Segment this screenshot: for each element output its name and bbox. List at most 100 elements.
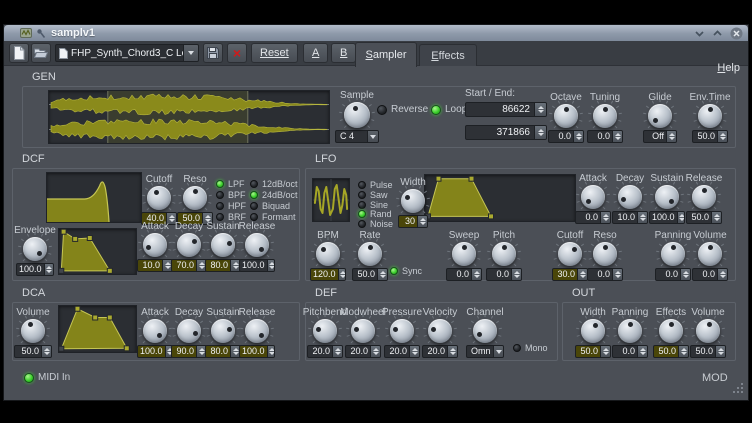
spin-up-icon xyxy=(714,214,720,217)
dcf-envelope-spinner[interactable] xyxy=(44,264,54,275)
preset-dropdown-arrow[interactable] xyxy=(183,45,198,61)
lfo-pitch-value[interactable]: 0.0 xyxy=(486,268,522,281)
lfo-pitch-label: Pitch xyxy=(472,230,536,241)
dcf-release-knob[interactable] xyxy=(245,233,269,257)
sample-waveform-display[interactable] xyxy=(48,90,330,144)
lfo-reso-spinner[interactable] xyxy=(612,269,622,280)
spin-up-icon xyxy=(46,266,52,269)
lfo-release-spinner[interactable] xyxy=(711,212,721,223)
lfo-volume-value[interactable]: 0.0 xyxy=(692,268,728,281)
gen-reverse-radio[interactable]: Reverse xyxy=(377,105,428,115)
dcf-formant-led xyxy=(250,213,258,221)
lfo-rate-value-text: 50.0 xyxy=(353,269,377,280)
lfo-release-value[interactable]: 50.0 xyxy=(686,211,722,224)
dca-release-spinner[interactable] xyxy=(267,346,275,357)
dcf-envelope-value[interactable]: 100.0 xyxy=(16,263,54,276)
dcf-12db-oct-led xyxy=(250,180,258,188)
dca-volume-value[interactable]: 50.0 xyxy=(14,345,52,358)
dcf-bpf-radio[interactable]: BPF xyxy=(216,190,246,200)
dcf-envelope-knob[interactable] xyxy=(23,237,47,261)
close-button[interactable] xyxy=(730,27,743,40)
lfo-width-knob[interactable] xyxy=(401,189,425,213)
out-volume-knob[interactable] xyxy=(696,319,720,343)
lfo-reso-knob[interactable] xyxy=(593,242,617,266)
minimize-button[interactable] xyxy=(694,28,705,39)
dca-release-value[interactable]: 100.0 xyxy=(239,345,275,358)
title-bar[interactable]: samplv1 xyxy=(4,25,748,41)
preset-combo[interactable]: FHP_Synth_Chord3_C Loop1 xyxy=(55,44,199,62)
spin-down-icon xyxy=(669,137,675,140)
gen-env-time-spinner[interactable] xyxy=(717,131,727,142)
open-preset-button[interactable] xyxy=(31,43,51,63)
knob-indicator-dot xyxy=(193,189,198,194)
gen-sample-knob[interactable] xyxy=(344,102,370,128)
dcf-biquad-radio[interactable]: Biquad xyxy=(250,201,290,211)
def-channel-select[interactable]: Omn xyxy=(466,345,504,358)
lfo-width-spinner[interactable] xyxy=(417,216,427,227)
maximize-button[interactable] xyxy=(712,28,723,39)
gen-tuning-value[interactable]: 0.0 xyxy=(587,130,623,143)
spin-down-icon xyxy=(420,222,426,225)
dca-volume-knob[interactable] xyxy=(21,319,45,343)
gen-loop-radio[interactable]: Loop xyxy=(431,105,467,115)
dca-release-knob[interactable] xyxy=(245,319,269,343)
dcf-lpf-radio[interactable]: LPF xyxy=(216,179,245,189)
dcf-reso-knob[interactable] xyxy=(183,186,207,210)
dcf-release-value[interactable]: 100.0 xyxy=(239,259,275,272)
mod-button[interactable]: MOD xyxy=(702,372,728,384)
lfo-rate-spinner[interactable] xyxy=(377,269,387,280)
gen-tuning-spinner[interactable] xyxy=(612,131,622,142)
resize-grip-icon[interactable] xyxy=(733,391,735,393)
knob-indicator-dot xyxy=(564,107,569,112)
help-button[interactable]: Help xyxy=(717,62,740,74)
spin-down-icon xyxy=(269,266,275,269)
def-mono-radio[interactable]: Mono xyxy=(513,343,548,353)
preset-name[interactable]: FHP_Synth_Chord3_C Loop1 xyxy=(68,48,183,59)
dca-title: DCA xyxy=(22,287,45,300)
out-volume-value[interactable]: 50.0 xyxy=(690,345,726,358)
gen-glide-spinner[interactable] xyxy=(666,131,676,142)
lfo-reso-value[interactable]: 0.0 xyxy=(587,268,623,281)
delete-preset-button[interactable]: × xyxy=(227,43,247,63)
dcf-24db-oct-radio[interactable]: 24dB/oct xyxy=(250,190,298,200)
gen-glide-knob[interactable] xyxy=(648,104,672,128)
lfo-release-knob[interactable] xyxy=(692,185,716,209)
dcf-release-spinner[interactable] xyxy=(267,260,275,271)
reset-button[interactable]: Reset xyxy=(251,43,298,63)
lfo-bpm-knob[interactable] xyxy=(316,242,340,266)
tab-sampler[interactable]: Sampler xyxy=(355,42,417,67)
dcf-hpf-radio[interactable]: HPF xyxy=(216,201,246,211)
gen-sample-select[interactable]: C 4 xyxy=(335,130,379,143)
gen-sample-value-text: C 4 xyxy=(336,131,367,142)
lfo-envelope-display[interactable] xyxy=(424,174,576,222)
pin-icon[interactable] xyxy=(36,28,46,39)
gen-tuning-knob[interactable] xyxy=(593,104,617,128)
out-volume-spinner[interactable] xyxy=(715,346,725,357)
tab-effects[interactable]: Effects xyxy=(419,44,477,66)
lfo-rate-knob[interactable] xyxy=(358,242,382,266)
a-compare-button[interactable]: A xyxy=(303,43,328,63)
dcf-envelope-label: Envelope xyxy=(3,225,67,236)
lfo-volume-spinner[interactable] xyxy=(717,269,727,280)
gen-sample-label: Sample xyxy=(325,90,389,101)
gen-env-time-value[interactable]: 50.0 xyxy=(692,130,728,143)
knob-indicator-dot xyxy=(671,245,676,250)
lfo-rate-value[interactable]: 50.0 xyxy=(352,268,388,281)
lfo-sync-radio[interactable]: Sync xyxy=(390,266,422,276)
b-compare-button[interactable]: B xyxy=(331,43,356,63)
gen-title: GEN xyxy=(32,71,56,84)
gen-glide-value[interactable]: Off xyxy=(643,130,677,143)
dcf-release-label: Release xyxy=(225,221,289,232)
out-panning-value-text: 0.0 xyxy=(613,346,637,357)
def-channel-knob[interactable] xyxy=(473,319,497,343)
dcf-12db-oct-radio[interactable]: 12dB/oct xyxy=(250,179,298,189)
lfo-pitch-spinner[interactable] xyxy=(511,269,521,280)
def-velocity-knob[interactable] xyxy=(428,319,452,343)
dca-volume-spinner[interactable] xyxy=(41,346,51,357)
lfo-pitch-knob[interactable] xyxy=(492,242,516,266)
new-preset-button[interactable] xyxy=(9,43,29,63)
lfo-volume-knob[interactable] xyxy=(698,242,722,266)
lfo-width-value[interactable]: 30 xyxy=(398,215,428,228)
gen-env-time-knob[interactable] xyxy=(698,104,722,128)
save-preset-button[interactable] xyxy=(203,43,223,63)
